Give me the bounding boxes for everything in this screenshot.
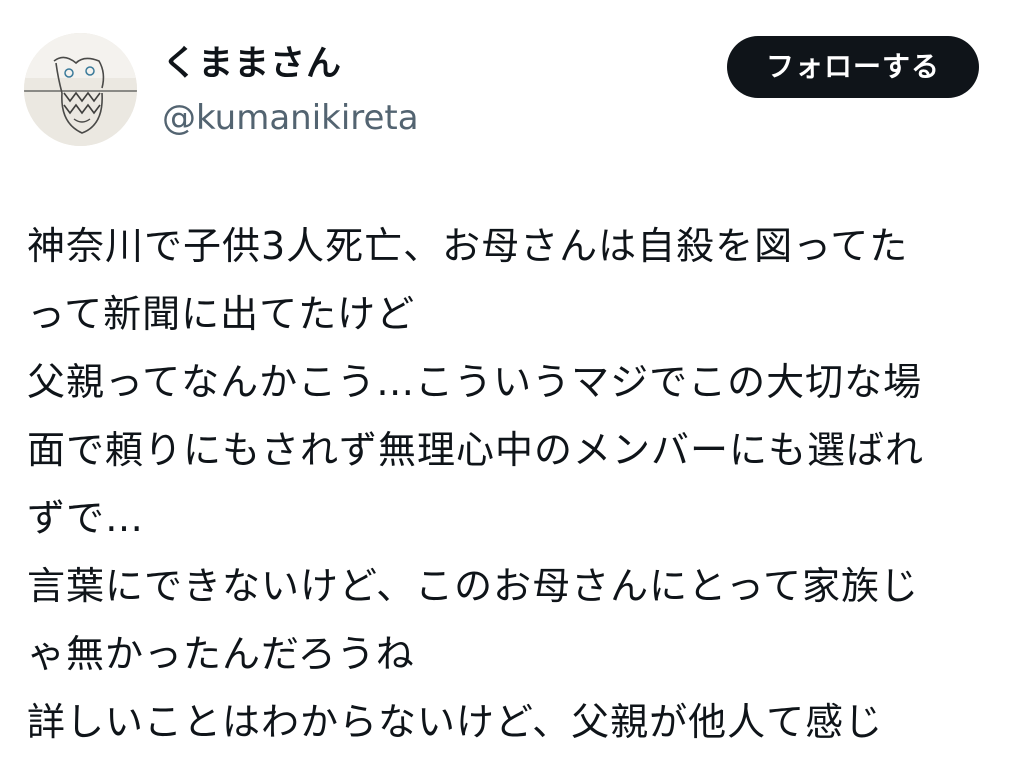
avatar[interactable] — [24, 33, 137, 146]
tweet-line: って新聞に出てたけど — [27, 292, 416, 336]
tweet-line: 言葉にできないけど、このお母さんにとって家族じ — [27, 564, 920, 608]
follow-button[interactable]: フォローする — [727, 36, 979, 98]
tweet-line: ゃ無かったんだろうね — [27, 632, 415, 676]
hand-drawn-doodle-avatar-icon — [24, 33, 137, 146]
tweet-line: 詳しいことはわからないけど、父親が他人て感じ — [27, 700, 884, 744]
user-info: くままさん @kumanikireta — [162, 40, 419, 140]
tweet-header: くままさん @kumanikireta フォローする — [0, 0, 1024, 170]
display-name[interactable]: くままさん — [162, 40, 419, 88]
tweet-line: 神奈川で子供3人死亡、お母さんは自殺を図ってた — [27, 224, 909, 268]
tweet-text: 神奈川で子供3人死亡、お母さんは自殺を図ってた って新聞に出てたけど 父親ってな… — [27, 212, 1002, 756]
tweet-line: 父親ってなんかこう…こういうマジでこの大切な場 — [27, 360, 923, 404]
tweet-line: 面で頼りにもされず無理心中のメンバーにも選ばれ — [27, 428, 925, 472]
tweet-line: ずで… — [27, 496, 145, 540]
user-handle[interactable]: @kumanikireta — [162, 96, 419, 140]
